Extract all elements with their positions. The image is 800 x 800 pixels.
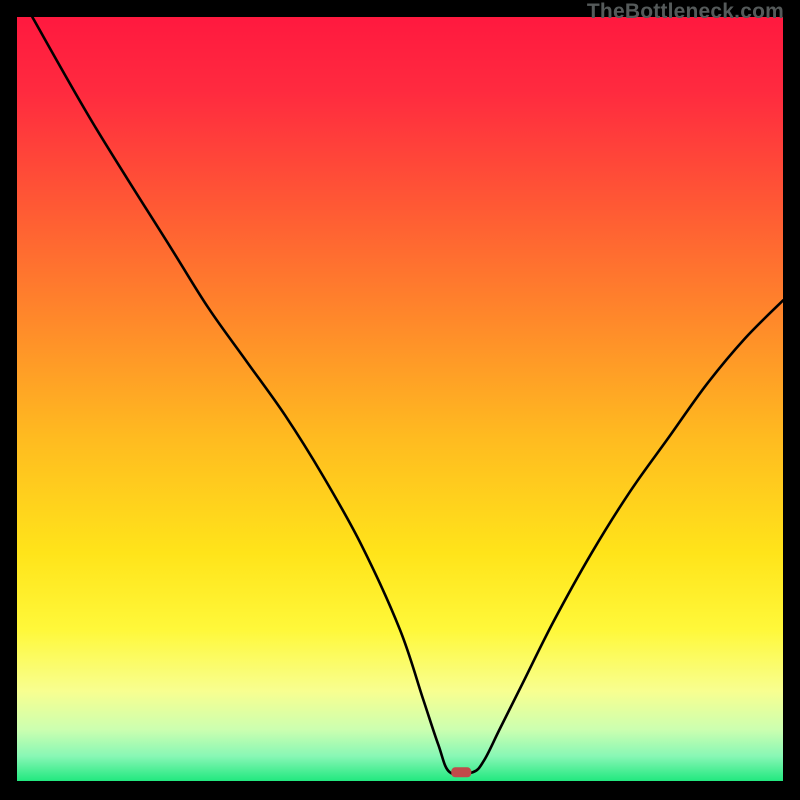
- chart-svg: [17, 17, 783, 783]
- optimal-point-marker: [451, 767, 471, 777]
- chart-frame: TheBottleneck.com: [0, 0, 800, 800]
- gradient-background: [17, 17, 783, 783]
- plot-area: [17, 17, 783, 783]
